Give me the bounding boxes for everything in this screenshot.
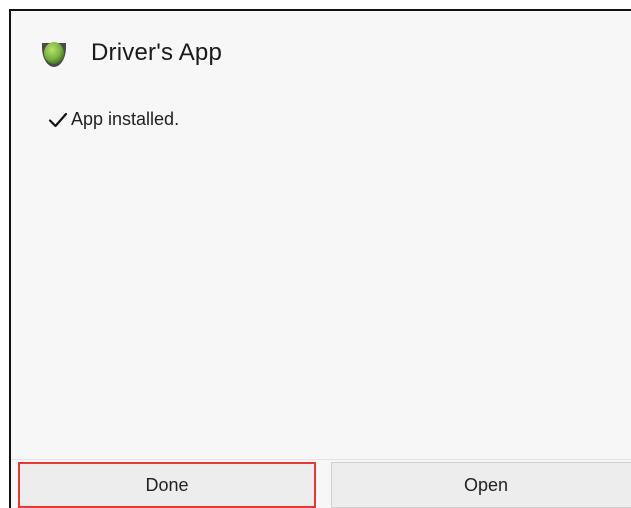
button-bar: Done Open xyxy=(11,460,631,508)
checkmark-icon xyxy=(48,112,68,127)
dialog-header: Driver's App xyxy=(38,37,222,69)
done-button-label: Done xyxy=(145,474,189,495)
app-icon xyxy=(42,42,66,67)
install-status: App installed. xyxy=(48,109,179,130)
done-button[interactable]: Done xyxy=(18,462,316,508)
open-button[interactable]: Open xyxy=(331,462,631,508)
app-title: Driver's App xyxy=(91,39,223,66)
install-dialog: Driver's App App installed. Done Open xyxy=(9,9,631,508)
open-button-label: Open xyxy=(463,474,509,495)
install-status-text: App installed. xyxy=(71,109,180,129)
